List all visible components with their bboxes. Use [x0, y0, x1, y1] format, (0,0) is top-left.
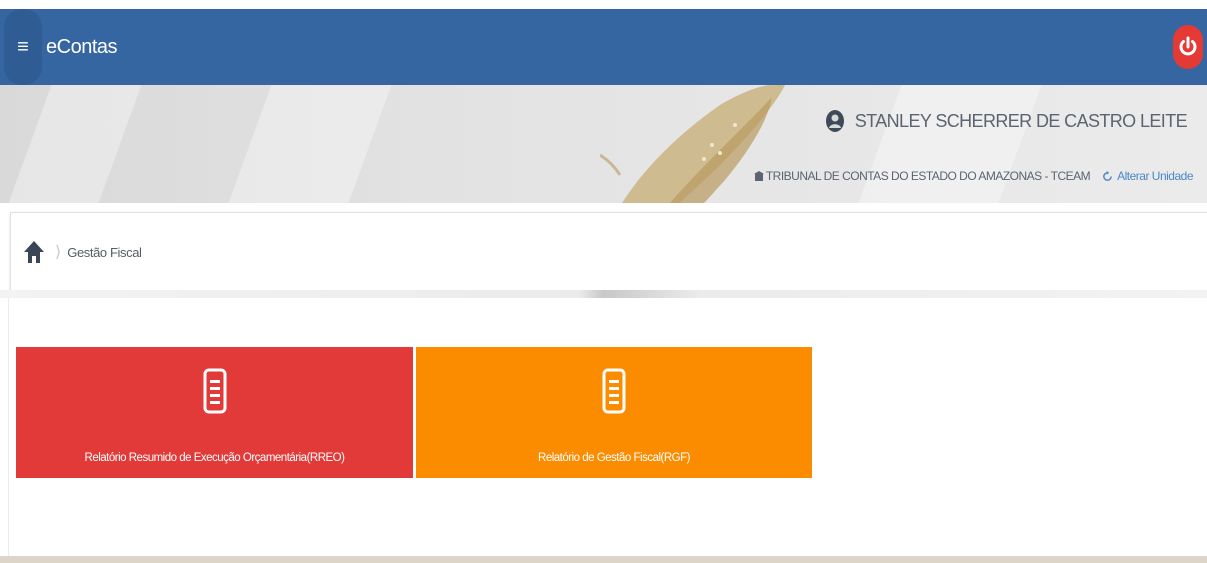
emblem-wing-icon	[600, 85, 785, 203]
alter-unit-label: Alterar Unidade	[1117, 169, 1193, 183]
unit-info: TRIBUNAL DE CONTAS DO ESTADO DO AMAZONAS…	[753, 169, 1193, 183]
top-navbar: ≡ eContas	[0, 9, 1207, 85]
tile-rgf[interactable]: Relatório de Gestão Fiscal(RGF)	[416, 347, 812, 478]
user-name: STANLEY SCHERRER DE CASTRO LEITE	[854, 110, 1188, 131]
divider-strip	[0, 290, 1207, 298]
hamburger-icon: ≡	[17, 35, 29, 58]
breadcrumb-separator: ⟩	[55, 244, 62, 261]
building-icon	[753, 171, 764, 181]
breadcrumb-current: Gestão Fiscal	[67, 244, 142, 260]
bottom-strip	[0, 556, 1207, 563]
main-content: Relatório Resumido de Execução Orçamentá…	[8, 298, 1207, 557]
tile-rgf-label: Relatório de Gestão Fiscal(RGF)	[538, 452, 690, 464]
document-icon	[602, 368, 626, 414]
logout-button[interactable]	[1173, 25, 1203, 69]
header-band: STANLEY SCHERRER DE CASTRO LEITE TRIBUNA…	[0, 85, 1207, 203]
menu-toggle-button[interactable]: ≡	[4, 9, 42, 85]
document-icon	[203, 368, 226, 414]
refresh-icon	[1103, 170, 1113, 181]
user-info: STANLEY SCHERRER DE CASTRO LEITE	[825, 109, 1188, 133]
tile-rreo-label: Relatório Resumido de Execução Orçamentá…	[84, 452, 345, 464]
user-icon	[825, 110, 844, 132]
page: ≡ eContas STANLEY SCHERRER DE CASTRO LEI…	[0, 0, 1207, 563]
home-icon[interactable]	[23, 240, 45, 264]
power-icon	[1179, 36, 1197, 56]
alter-unit-link[interactable]: Alterar Unidade	[1102, 169, 1193, 183]
background-stripe	[8, 85, 142, 203]
background-stripe	[858, 85, 1042, 203]
unit-name: TRIBUNAL DE CONTAS DO ESTADO DO AMAZONAS…	[765, 169, 1091, 183]
tile-rreo[interactable]: Relatório Resumido de Execução Orçamentá…	[16, 347, 413, 478]
breadcrumb: ⟩ Gestão Fiscal	[10, 212, 1207, 292]
background-stripe	[228, 85, 392, 203]
brand-title: eContas	[46, 35, 118, 58]
